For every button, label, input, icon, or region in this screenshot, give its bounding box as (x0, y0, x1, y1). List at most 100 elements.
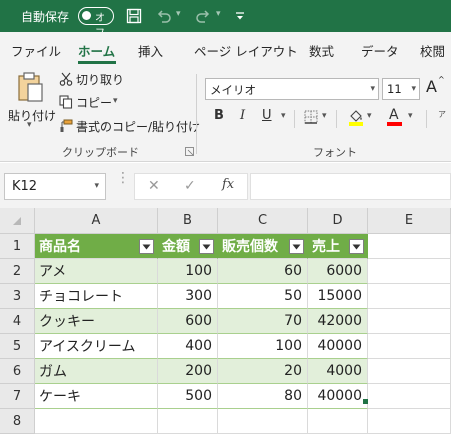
table-cell[interactable]: 500 (158, 384, 218, 409)
grow-font-button[interactable]: A (426, 77, 437, 96)
bold-button[interactable]: B (214, 108, 224, 123)
cell-c8[interactable] (218, 409, 308, 434)
cell-e1[interactable] (368, 234, 451, 259)
table-cell[interactable]: ケーキ (35, 384, 158, 409)
redo-icon[interactable] (193, 6, 213, 26)
phonetic-guide-icon[interactable]: ア (438, 109, 446, 120)
row-header-7[interactable]: 7 (0, 384, 35, 409)
table-cell[interactable]: チョコレート (35, 284, 158, 309)
format-painter-label[interactable]: 書式のコピー/貼り付け (76, 118, 200, 135)
tab-data[interactable]: データ (361, 41, 399, 60)
table-resize-handle[interactable] (363, 399, 368, 404)
table-cell[interactable]: 6000 (308, 259, 368, 284)
cancel-icon[interactable]: ✕ (148, 178, 160, 194)
insert-function-button[interactable]: fx (222, 177, 234, 192)
row-header-4[interactable]: 4 (0, 309, 35, 334)
row-header-5[interactable]: 5 (0, 334, 35, 359)
cell-e7[interactable] (368, 384, 451, 409)
tab-page-layout[interactable]: ページ レイアウト (194, 41, 298, 60)
table-cell[interactable]: アイスクリーム (35, 334, 158, 359)
filter-dropdown-icon[interactable] (349, 239, 364, 254)
tab-review[interactable]: 校閲 (420, 41, 445, 60)
save-icon[interactable] (124, 6, 144, 26)
column-header-a[interactable]: A (35, 208, 158, 234)
italic-button[interactable]: I (240, 108, 245, 123)
fill-color-icon[interactable] (347, 107, 365, 127)
fill-color-dropdown-icon[interactable]: ▾ (367, 111, 372, 121)
table-header-cell[interactable]: 販売個数 (218, 234, 308, 259)
underline-button[interactable]: U (262, 108, 272, 123)
clipboard-dialog-launcher-icon[interactable] (184, 146, 194, 156)
column-header-e[interactable]: E (368, 208, 451, 234)
table-header-cell[interactable]: 金額 (158, 234, 218, 259)
cut-button-label[interactable]: 切り取り (76, 71, 124, 88)
font-color-icon[interactable]: A (386, 106, 404, 128)
undo-dropdown-icon[interactable]: ▾ (176, 9, 181, 19)
cell-e5[interactable] (368, 334, 451, 359)
enter-icon[interactable]: ✓ (184, 178, 196, 194)
tab-insert[interactable]: 挿入 (138, 41, 163, 60)
table-cell[interactable]: 400 (158, 334, 218, 359)
font-name-dropdown[interactable]: メイリオ ▾ (205, 78, 379, 100)
table-cell[interactable]: 40000 (308, 334, 368, 359)
table-cell[interactable]: 20 (218, 359, 308, 384)
table-cell[interactable]: 15000 (308, 284, 368, 309)
font-size-dropdown[interactable]: 11 ▾ (382, 78, 420, 100)
paste-button-label[interactable]: 貼り付け (8, 107, 56, 124)
underline-dropdown-icon[interactable]: ▾ (281, 111, 286, 121)
row-header-3[interactable]: 3 (0, 284, 35, 309)
cell-e8[interactable] (368, 409, 451, 434)
table-cell[interactable]: 300 (158, 284, 218, 309)
table-cell[interactable]: 100 (218, 334, 308, 359)
filter-dropdown-icon[interactable] (199, 239, 214, 254)
table-header-cell[interactable]: 売上 (308, 234, 368, 259)
cell-e2[interactable] (368, 259, 451, 284)
cell-e4[interactable] (368, 309, 451, 334)
row-header-2[interactable]: 2 (0, 259, 35, 284)
copy-dropdown-icon[interactable]: ▾ (113, 96, 118, 106)
filter-dropdown-icon[interactable] (289, 239, 304, 254)
name-box[interactable]: K12 ▾ (4, 173, 106, 200)
table-cell[interactable]: クッキー (35, 309, 158, 334)
autosave-toggle[interactable]: オフ (78, 7, 114, 39)
table-cell[interactable]: 50 (218, 284, 308, 309)
cell-d8[interactable] (308, 409, 368, 434)
column-header-b[interactable]: B (158, 208, 218, 234)
format-painter-icon[interactable] (58, 118, 74, 134)
select-all-corner[interactable] (0, 208, 35, 234)
table-cell[interactable]: 4000 (308, 359, 368, 384)
column-header-d[interactable]: D (308, 208, 368, 234)
cell-a8[interactable] (35, 409, 158, 434)
paste-dropdown-icon[interactable]: ▾ (27, 120, 32, 130)
cell-e3[interactable] (368, 284, 451, 309)
customize-icon[interactable] (230, 6, 250, 26)
copy-icon[interactable] (58, 94, 74, 110)
copy-button-label[interactable]: コピー (76, 94, 112, 111)
tab-file[interactable]: ファイル (11, 41, 61, 60)
border-dropdown-icon[interactable]: ▾ (322, 111, 327, 121)
column-header-c[interactable]: C (218, 208, 308, 234)
table-cell[interactable]: 600 (158, 309, 218, 334)
undo-icon[interactable] (154, 6, 174, 26)
table-cell[interactable]: 60 (218, 259, 308, 284)
table-cell[interactable]: アメ (35, 259, 158, 284)
filter-dropdown-icon[interactable] (139, 239, 154, 254)
table-header-cell[interactable]: 商品名 (35, 234, 158, 259)
row-header-6[interactable]: 6 (0, 359, 35, 384)
tab-home[interactable]: ホーム (78, 41, 115, 60)
font-color-dropdown-icon[interactable]: ▾ (408, 111, 413, 121)
paste-icon[interactable] (14, 70, 48, 104)
border-icon[interactable] (302, 108, 320, 126)
table-cell[interactable]: 200 (158, 359, 218, 384)
cell-e6[interactable] (368, 359, 451, 384)
table-cell[interactable]: 40000 (308, 384, 368, 409)
table-cell[interactable]: 70 (218, 309, 308, 334)
formula-input[interactable] (250, 173, 451, 200)
scissors-icon[interactable] (58, 71, 74, 87)
cell-b8[interactable] (158, 409, 218, 434)
tab-formulas[interactable]: 数式 (309, 41, 334, 60)
row-header-1[interactable]: 1 (0, 234, 35, 259)
table-cell[interactable]: 100 (158, 259, 218, 284)
table-cell[interactable]: 42000 (308, 309, 368, 334)
table-cell[interactable]: 80 (218, 384, 308, 409)
